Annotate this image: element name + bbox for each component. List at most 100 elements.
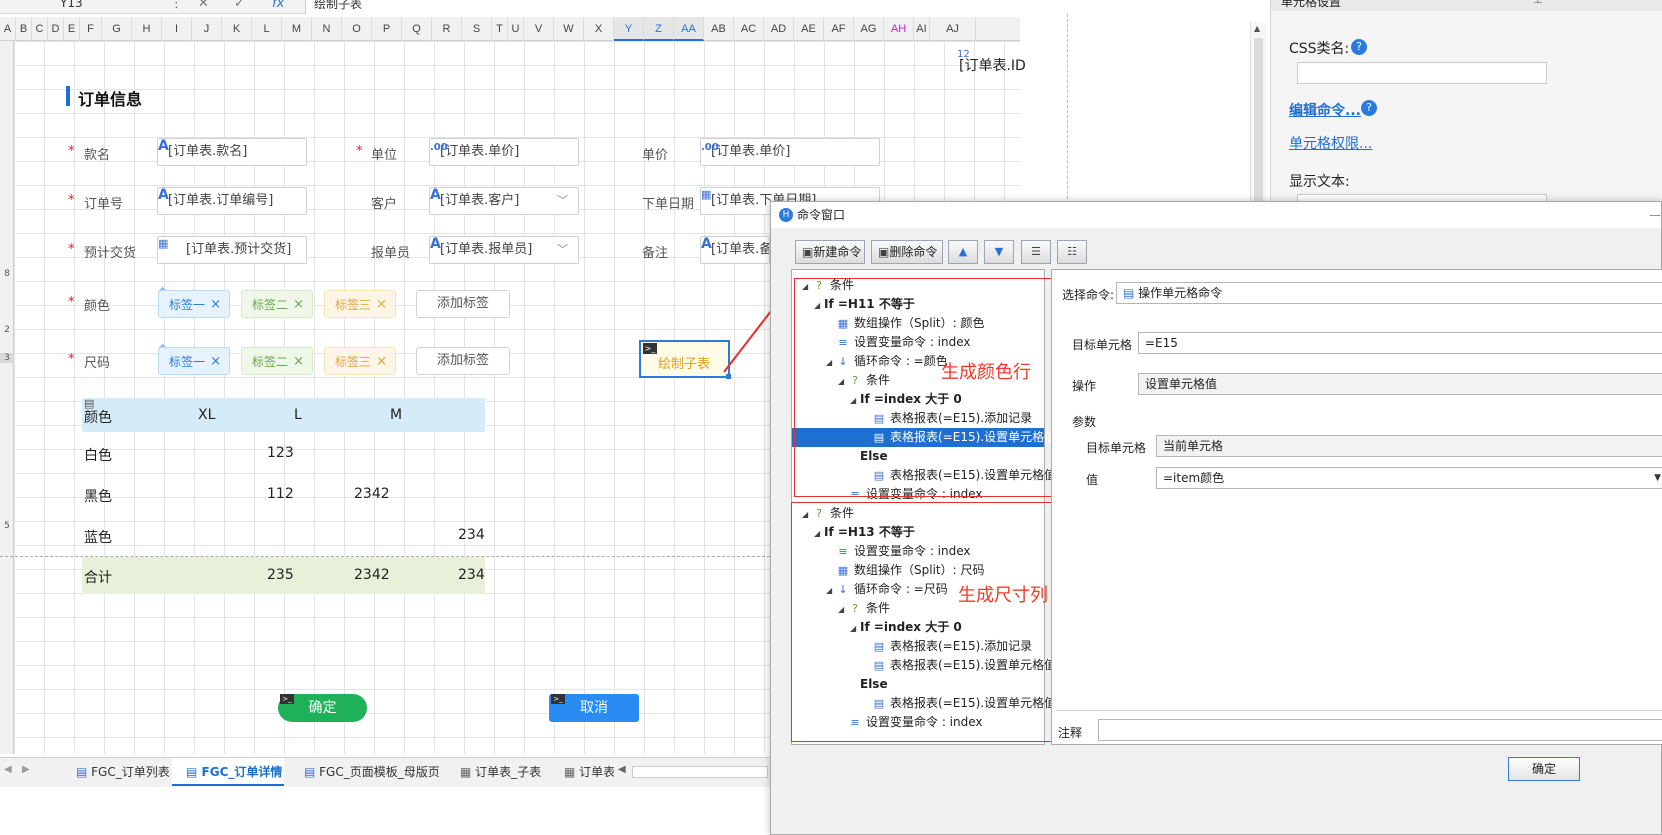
move-down-button[interactable]: ▼: [984, 240, 1014, 264]
style-name-field[interactable]: A [订单表.款名]: [157, 138, 307, 166]
size-tag-2[interactable]: 标签二 ×: [241, 347, 313, 375]
scroll-up-icon[interactable]: ▲: [1254, 24, 1260, 33]
column-header[interactable]: Y: [614, 17, 644, 41]
hscroll-left-icon[interactable]: ◀: [618, 764, 626, 775]
sheet-tab-subtable[interactable]: ▦ 订单表_子表: [446, 758, 546, 786]
column-header[interactable]: AH: [884, 17, 914, 41]
customer-select[interactable]: A [订单表.客户] ﹀: [429, 187, 579, 215]
indent-button[interactable]: ☰: [1021, 240, 1051, 264]
horizontal-scrollbar[interactable]: [632, 766, 768, 778]
unit-field[interactable]: .00 [订单表.单价]: [429, 138, 579, 166]
cell-permission-link[interactable]: 单元格权限...: [1289, 133, 1372, 153]
delete-command-button[interactable]: ▣删除命令: [871, 240, 943, 264]
column-header[interactable]: AF: [824, 17, 854, 41]
close-icon[interactable]: ×: [376, 291, 387, 319]
column-header[interactable]: A: [0, 17, 16, 41]
column-header[interactable]: X: [584, 17, 614, 41]
cell-reference[interactable]: Y13: [60, 0, 83, 10]
sheet-tab-order-list[interactable]: ▤ FGC_订单列表: [62, 758, 170, 786]
help-icon[interactable]: ?: [1361, 100, 1377, 116]
note-input[interactable]: [1098, 719, 1662, 741]
sheet-tab-order-table[interactable]: ▦ 订单表: [550, 758, 614, 786]
column-header[interactable]: S: [462, 17, 492, 41]
outdent-button[interactable]: ☷: [1057, 240, 1087, 264]
cancel-icon[interactable]: ✕: [198, 0, 209, 11]
cancel-button[interactable]: >_ 取消: [549, 694, 639, 722]
move-up-button[interactable]: ▲: [948, 240, 978, 264]
select-command-field[interactable]: ▤ 操作单元格命令: [1116, 282, 1662, 304]
close-icon[interactable]: ×: [210, 348, 221, 376]
column-header[interactable]: AD: [764, 17, 794, 41]
param-target-input[interactable]: 当前单元格: [1156, 435, 1662, 457]
column-header[interactable]: R: [432, 17, 462, 41]
column-header[interactable]: M: [282, 17, 312, 41]
close-icon[interactable]: ×: [210, 291, 221, 319]
column-header[interactable]: L: [252, 17, 282, 41]
column-header[interactable]: AG: [854, 17, 884, 41]
minimize-icon[interactable]: —: [1649, 202, 1661, 228]
column-header[interactable]: O: [342, 17, 372, 41]
column-header[interactable]: N: [312, 17, 342, 41]
row-number[interactable]: 3: [0, 353, 14, 363]
pin-icon[interactable]: ⊥: [1533, 0, 1543, 6]
column-header[interactable]: AI: [914, 17, 930, 41]
scroll-left-icon[interactable]: ◀: [4, 764, 12, 775]
size-tag-1[interactable]: 标签一 ×: [158, 347, 230, 375]
formula-input[interactable]: 绘制子表: [305, 0, 1340, 14]
reporter-select[interactable]: A [订单表.报单员] ﹀: [429, 236, 579, 264]
confirm-button[interactable]: >_ 确定: [278, 694, 367, 722]
param-value-input[interactable]: =item颜色 ▼: [1156, 467, 1662, 489]
close-icon[interactable]: ×: [293, 291, 304, 319]
column-header[interactable]: E: [64, 17, 80, 41]
add-size-tag-button[interactable]: 添加标签: [416, 347, 510, 375]
price-field[interactable]: .00 [订单表.单价]: [700, 138, 880, 166]
formula-menu-icon[interactable]: ⋮: [170, 0, 183, 11]
column-header[interactable]: I: [162, 17, 192, 41]
column-header[interactable]: AE: [794, 17, 824, 41]
column-header[interactable]: F: [80, 17, 102, 41]
close-icon[interactable]: ×: [376, 348, 387, 376]
target-cell-input[interactable]: =E15: [1138, 332, 1662, 354]
sheet-tab-master-page[interactable]: ▤ FGC_页面模板_母版页: [290, 758, 440, 786]
column-header[interactable]: AJ: [930, 17, 976, 41]
css-class-input[interactable]: [1297, 62, 1547, 84]
color-tag-2[interactable]: 标签二 ×: [241, 290, 313, 318]
cell-aj-binding[interactable]: 12 [订单表.ID: [955, 49, 1026, 75]
column-header[interactable]: V: [524, 17, 554, 41]
column-header[interactable]: P: [372, 17, 402, 41]
column-header[interactable]: AB: [704, 17, 734, 41]
column-header[interactable]: T: [492, 17, 508, 41]
column-header[interactable]: J: [192, 17, 222, 41]
vertical-scrollbar[interactable]: ▲: [1250, 22, 1266, 212]
function-icon[interactable]: fx: [272, 0, 284, 11]
operation-select[interactable]: 设置单元格值: [1138, 373, 1662, 395]
scroll-right-icon[interactable]: ▶: [22, 764, 30, 775]
row-number[interactable]: 8: [0, 269, 14, 279]
draw-subtable-button[interactable]: >_ 绘制子表: [639, 340, 731, 379]
column-header[interactable]: H: [132, 17, 162, 41]
row-number[interactable]: 5: [0, 521, 14, 531]
column-header[interactable]: Q: [402, 17, 432, 41]
edit-command-link[interactable]: 编辑命令...: [1289, 100, 1361, 120]
ok-button[interactable]: 确定: [1508, 757, 1580, 781]
close-icon[interactable]: ×: [293, 348, 304, 376]
remark-field[interactable]: A[订单表.备注]: [700, 236, 770, 264]
sheet-tab-order-detail[interactable]: ▤ FGC_订单详情: [172, 758, 284, 786]
chevron-down-icon[interactable]: ﹀: [557, 237, 568, 263]
confirm-icon[interactable]: ✓: [234, 0, 245, 11]
row-number[interactable]: 2: [0, 325, 14, 335]
add-color-tag-button[interactable]: 添加标签: [416, 290, 510, 318]
order-no-field[interactable]: A [订单表.订单编号]: [157, 187, 307, 215]
size-tag-3[interactable]: 标签三 ×: [324, 347, 396, 375]
color-tag-3[interactable]: 标签三 ×: [324, 290, 396, 318]
delivery-field[interactable]: ▦ [订单表.预计交货]: [157, 236, 307, 264]
scroll-thumb[interactable]: [1254, 38, 1263, 208]
column-header[interactable]: G: [102, 17, 132, 41]
column-header[interactable]: C: [32, 17, 48, 41]
help-icon[interactable]: ?: [1351, 39, 1367, 55]
dropdown-icon[interactable]: ▼: [1654, 468, 1661, 488]
chevron-down-icon[interactable]: ﹀: [557, 188, 568, 214]
color-tag-1[interactable]: 标签一 ×: [158, 290, 230, 318]
column-header[interactable]: D: [48, 17, 64, 41]
column-header[interactable]: AC: [734, 17, 764, 41]
